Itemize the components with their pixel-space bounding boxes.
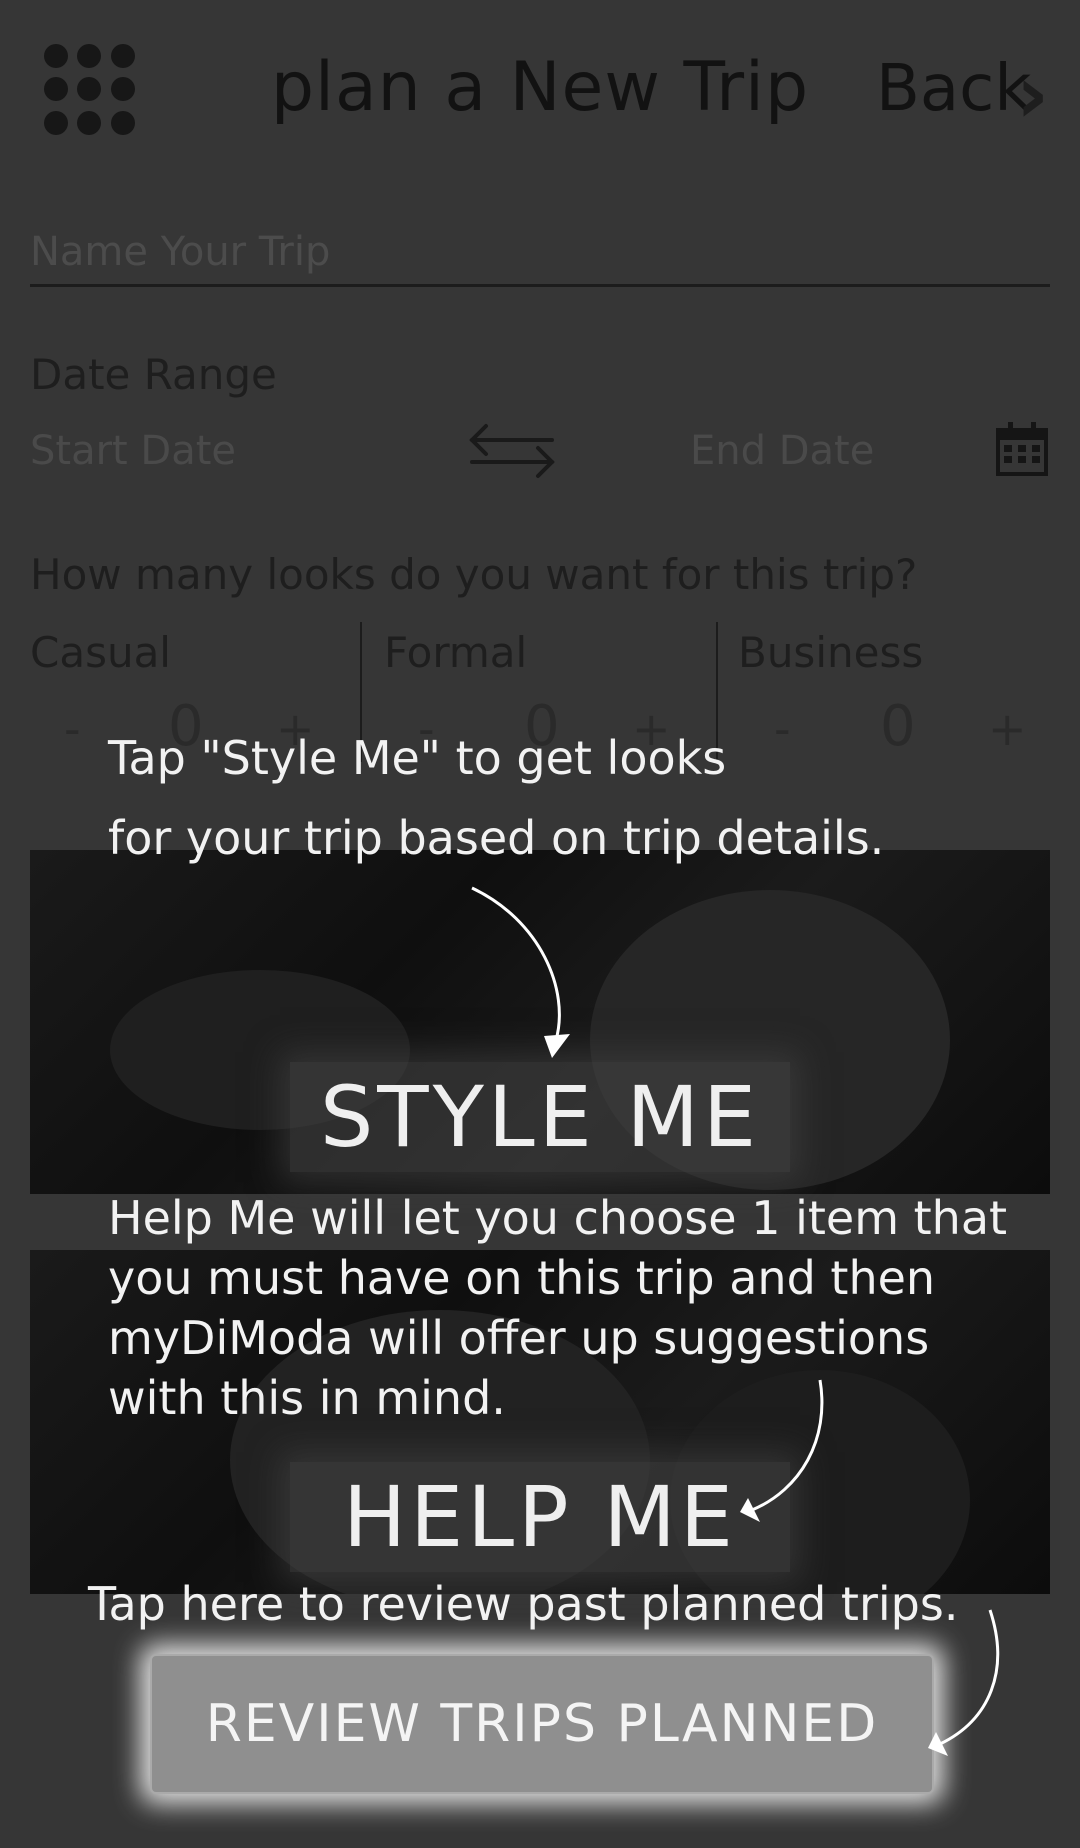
tip-style-me: Tap "Style Me" to get looks for your tri… [108,718,1008,878]
tip-line: you must have on this trip and then [108,1251,936,1305]
date-range-label: Date Range [30,350,277,399]
casual-label: Casual [30,628,171,677]
tip-help-me: Help Me will let you choose 1 item that … [108,1188,1008,1428]
tip-line: for your trip based on trip details. [108,811,885,865]
casual-minus-button[interactable]: - [64,702,81,756]
tip-line: myDiModa will offer up suggestions [108,1311,930,1365]
swap-arrows-icon [469,424,555,478]
back-button[interactable]: Back [876,52,1031,126]
tip-line: with this in mind. [108,1371,506,1425]
end-date-field[interactable]: End Date [690,428,874,474]
start-date-field[interactable]: Start Date [30,428,236,474]
tip-line: Tap "Style Me" to get looks [108,731,727,785]
tip-review: Tap here to review past planned trips. [88,1577,959,1631]
calendar-icon[interactable] [996,422,1048,476]
looks-question: How many looks do you want for this trip… [30,550,918,599]
tip-line: Help Me will let you choose 1 item that [108,1191,1008,1245]
business-label: Business [738,628,924,677]
help-me-button[interactable]: HELP ME [290,1462,790,1572]
style-me-button[interactable]: STYLE ME [290,1062,790,1172]
trip-name-input[interactable] [30,220,1050,287]
formal-label: Formal [384,628,528,677]
chevron-right-icon[interactable]: › [1016,48,1049,141]
review-trips-button[interactable]: REVIEW TRIPS PLANNED [150,1654,934,1794]
